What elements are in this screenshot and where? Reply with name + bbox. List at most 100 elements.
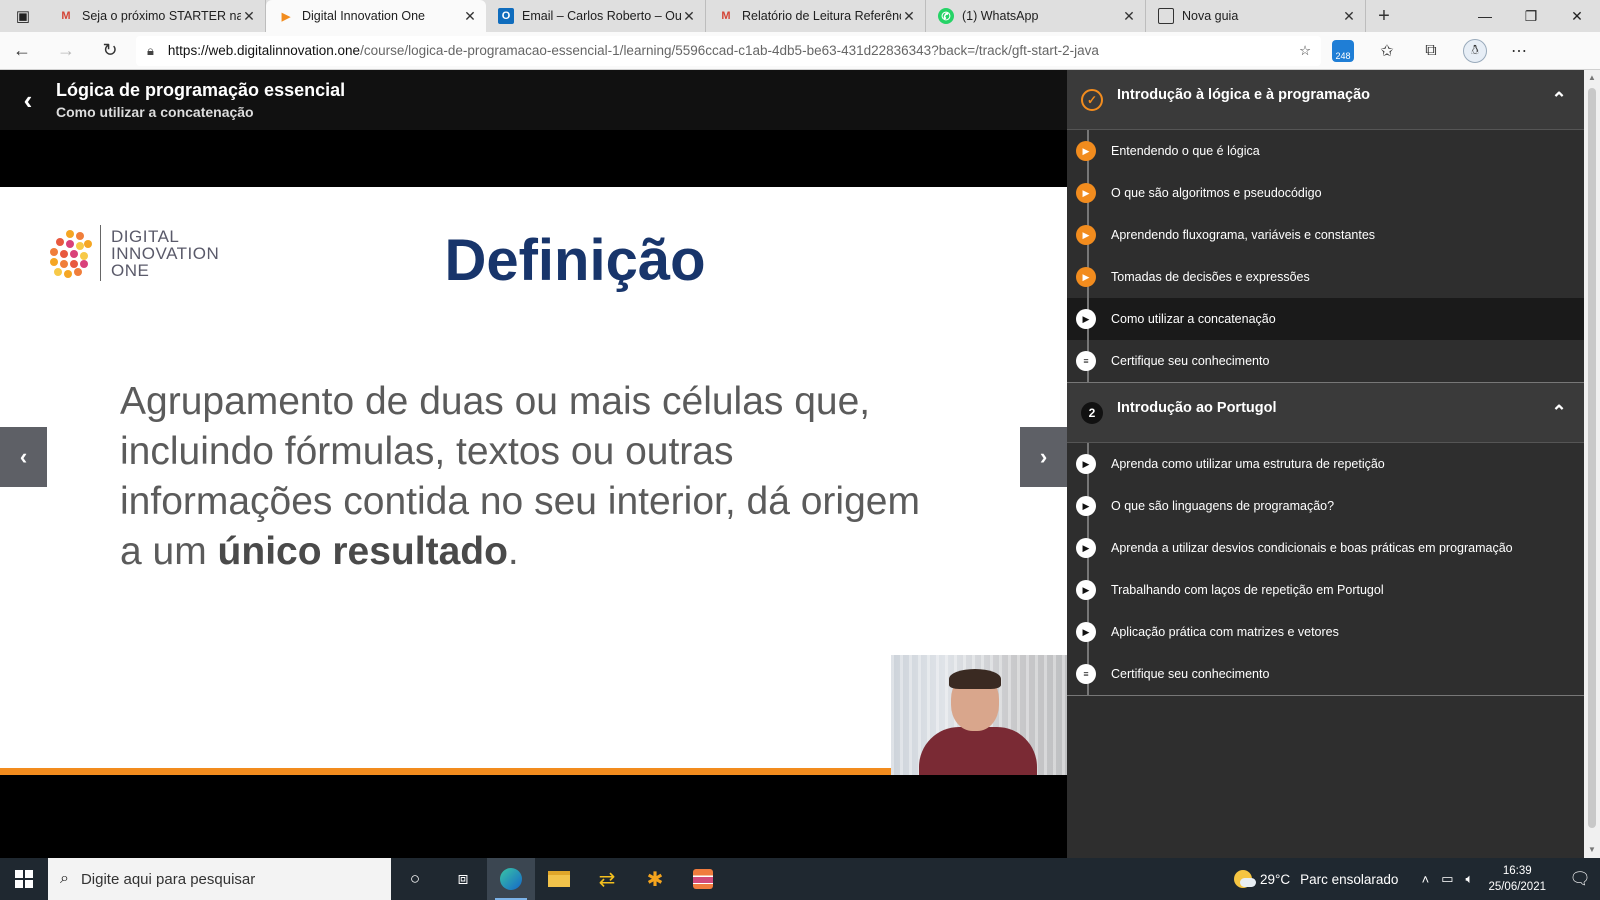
video-progress-bar[interactable] <box>0 768 891 775</box>
instructor-webcam <box>891 655 1067 775</box>
module-number-badge: 2 <box>1081 401 1103 424</box>
app-puzzle-icon[interactable]: ✱ <box>631 858 679 900</box>
app-layers-icon[interactable] <box>679 858 727 900</box>
close-tab-icon[interactable]: ✕ <box>1341 8 1357 25</box>
close-tab-icon[interactable]: ✕ <box>462 8 478 25</box>
system-tray: 29°C Parc ensolarado ˄ ▭ 🔈︎ 16:39 25/06/… <box>1233 858 1600 900</box>
lesson-item[interactable]: ≡ Certifique seu conhecimento <box>1067 340 1584 382</box>
extension-badge: 248 <box>1335 50 1351 61</box>
browser-tab[interactable]: ✆ (1) WhatsApp ✕ <box>926 0 1146 32</box>
chevron-up-icon[interactable]: ⌃ <box>1534 402 1584 423</box>
extension-button[interactable]: 248 <box>1321 32 1365 70</box>
close-tab-icon[interactable]: ✕ <box>1121 8 1137 25</box>
notification-center-icon[interactable]: 🗨︎ <box>1560 869 1600 889</box>
module-header[interactable]: ✓ Introdução à lógica e à programação ⌃ <box>1067 70 1584 130</box>
play-done-icon: ▶ <box>1076 267 1096 287</box>
browser-tab[interactable]: M Seja o próximo STARTER na Gi✕ <box>46 0 266 32</box>
whatsapp-icon: ✆ <box>938 8 954 24</box>
url-text[interactable]: https://web.digitalinnovation.one/course… <box>168 43 1290 58</box>
tab-actions-icon[interactable]: ▣ <box>0 0 46 32</box>
add-favorite-icon[interactable]: ☆ <box>1290 43 1320 59</box>
module-header[interactable]: 2 Introdução ao Portugol ⌃ <box>1067 383 1584 443</box>
weather-widget[interactable]: 29°C Parc ensolarado <box>1233 870 1398 888</box>
file-explorer-icon[interactable] <box>535 858 583 900</box>
lesson-label: O que são algoritmos e pseudocódigo <box>1111 186 1322 200</box>
edge-taskbar-icon[interactable] <box>487 858 535 900</box>
browser-tab[interactable]: O Email – Carlos Roberto – Outlo ✕ <box>486 0 706 32</box>
chevron-left-icon: ‹ <box>19 444 28 469</box>
clock[interactable]: 16:39 25/06/2021 <box>1488 863 1546 895</box>
back-to-course-icon[interactable]: ‹ <box>0 85 56 116</box>
slide-body-text: Agrupamento de duas ou mais células que,… <box>120 377 940 577</box>
cortana-icon[interactable]: ○ <box>391 858 439 900</box>
lesson-label: Certifique seu conhecimento <box>1111 667 1270 681</box>
lesson-item[interactable]: ▶ Tomadas de decisões e expressões <box>1067 256 1584 298</box>
back-icon[interactable]: ← <box>0 32 44 70</box>
volume-icon[interactable]: 🔈︎ <box>1458 871 1480 887</box>
outlook-icon: O <box>498 8 514 24</box>
url-path: /course/logica-de-programacao-essencial-… <box>360 43 1099 58</box>
video-slide[interactable]: DIGITAL INNOVATION ONE Definição Agrupam… <box>0 187 1067 775</box>
url-domain: https://web.digitalinnovation.one <box>167 43 361 58</box>
favorites-icon[interactable]: ✩ <box>1365 32 1409 70</box>
lesson-item[interactable]: ▶ Aprenda a utilizar desvios condicionais… <box>1067 527 1584 569</box>
more-options-icon[interactable]: ⋯ <box>1497 32 1541 70</box>
app-yellow-arrows-icon[interactable]: ⇄ <box>583 858 631 900</box>
task-view-icon[interactable]: ⧈ <box>439 858 487 900</box>
lesson-item[interactable]: ▶ Como utilizar a concatenação <box>1067 298 1584 340</box>
play-icon: ▶ <box>1076 309 1096 329</box>
lesson-item[interactable]: ▶ Aprenda como utilizar uma estrutura de … <box>1067 443 1584 485</box>
network-icon[interactable]: ▭ <box>1436 871 1458 887</box>
lesson-item[interactable]: ▶ O que são linguagens de programação? <box>1067 485 1584 527</box>
lesson-item[interactable]: ≡ Certifique seu conhecimento <box>1067 653 1584 695</box>
play-icon: ▶ <box>1076 538 1096 558</box>
scroll-up-icon[interactable]: ▲ <box>1584 70 1600 86</box>
collections-icon[interactable]: ⧉ <box>1409 32 1453 70</box>
lesson-item[interactable]: ▶ Entendendo o que é lógica <box>1067 130 1584 172</box>
profile-button[interactable]: 🐧︎ <box>1453 32 1497 70</box>
browser-tab[interactable]: ▶ Digital Innovation One ✕ <box>266 0 486 32</box>
instructor-body <box>919 727 1037 775</box>
quiz-list-icon: ≡ <box>1076 664 1096 684</box>
url-field[interactable]: 🔒︎ https://web.digitalinnovation.one/cou… <box>136 35 1321 66</box>
close-tab-icon[interactable]: ✕ <box>681 8 697 25</box>
close-window-icon[interactable]: ✕ <box>1554 0 1600 32</box>
previous-lesson-button[interactable]: ‹ <box>0 427 47 487</box>
close-tab-icon[interactable]: ✕ <box>901 8 917 25</box>
refresh-icon[interactable]: ↻ <box>88 32 132 70</box>
lesson-item[interactable]: ▶ O que são algoritmos e pseudocódigo <box>1067 172 1584 214</box>
lesson-item[interactable]: ▶ Trabalhando com laços de repetição em P… <box>1067 569 1584 611</box>
lesson-item[interactable]: ▶ Aplicação prática com matrizes e vetore… <box>1067 611 1584 653</box>
search-placeholder: Digite aqui para pesquisar <box>80 870 256 888</box>
window-controls: — ❐ ✕ <box>1462 0 1600 32</box>
chevron-up-icon[interactable]: ⌃ <box>1534 89 1584 110</box>
minimize-icon[interactable]: — <box>1462 0 1508 32</box>
course-heading: Lógica de programação essencial Como uti… <box>56 80 345 120</box>
scroll-down-icon[interactable]: ▼ <box>1584 842 1600 858</box>
new-tab-button[interactable]: + <box>1366 0 1402 32</box>
play-icon: ▶ <box>1076 496 1096 516</box>
play-done-icon: ▶ <box>1076 225 1096 245</box>
tab-strip: MSeja o próximo STARTER na Gi✕▶Digital I… <box>46 0 1366 32</box>
restore-icon[interactable]: ❐ <box>1508 0 1554 32</box>
play-done-icon: ▶ <box>1076 141 1096 161</box>
next-lesson-button[interactable]: › <box>1020 427 1067 487</box>
chevron-up-icon[interactable]: ˄ <box>1414 872 1436 887</box>
windows-start-button[interactable] <box>0 858 48 900</box>
instructor-hair <box>949 669 1001 689</box>
lesson-item[interactable]: ▶ Aprendendo fluxograma, variáveis e cons… <box>1067 214 1584 256</box>
lesson-label: Como utilizar a concatenação <box>1111 312 1276 326</box>
lesson-label: Entendendo o que é lógica <box>1111 144 1260 158</box>
lock-icon[interactable]: 🔒︎ <box>147 43 154 59</box>
tab-title: Email – Carlos Roberto – Outlo <box>522 9 681 23</box>
browser-tab[interactable]: Nova guia ✕ <box>1146 0 1366 32</box>
play-icon: ▶ <box>1076 622 1096 642</box>
forward-icon[interactable]: → <box>44 32 88 70</box>
browser-tab[interactable]: M Relatório de Leitura Referênci ✕ <box>706 0 926 32</box>
scrollbar-thumb[interactable] <box>1588 88 1596 828</box>
taskbar-search-box[interactable]: ⌕ Digite aqui para pesquisar <box>48 858 391 900</box>
close-tab-icon[interactable]: ✕ <box>241 8 257 25</box>
play-icon: ▶ <box>1076 580 1096 600</box>
search-icon: ⌕ <box>60 870 69 887</box>
sidebar-scrollbar[interactable]: ▲ ▼ <box>1584 70 1600 858</box>
